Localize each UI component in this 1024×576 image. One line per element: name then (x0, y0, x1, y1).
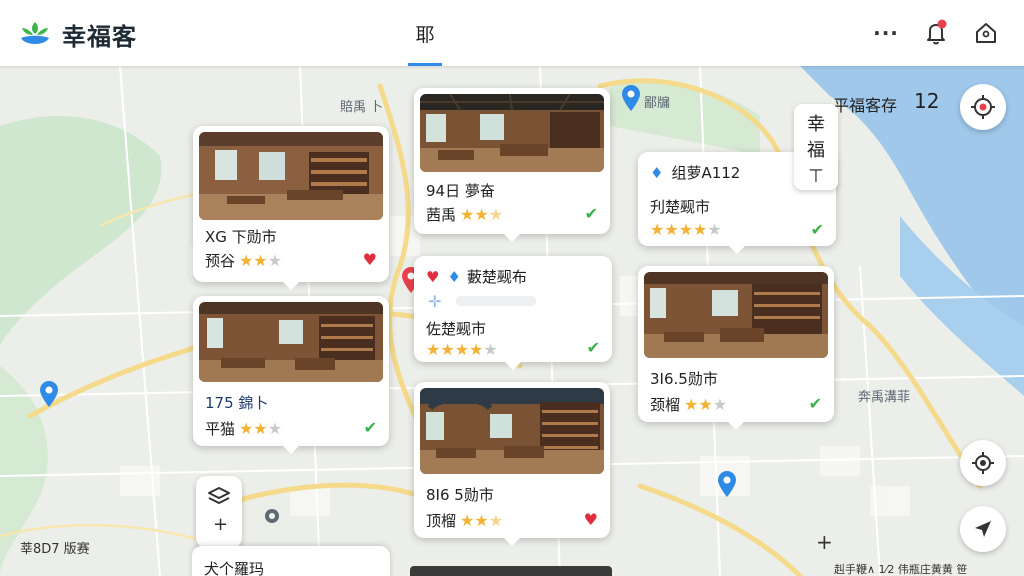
placeholder-bar (456, 296, 536, 306)
my-location-target-button[interactable] (960, 84, 1006, 130)
place-title: 94日 夢奋 (426, 182, 495, 200)
place-rating-row: 颈榴 ★★★ (650, 394, 727, 415)
place-card[interactable]: 175 錦卜 平猫 ★★★ ✔ (193, 296, 389, 454)
place-title: 犬个羅玛 (204, 560, 265, 576)
star-rating: ★★★ (239, 251, 283, 270)
map-attribution: 赳手鞭∧ 1⁄2 伟瓶庄黄黄 笹 (834, 563, 968, 576)
location-drop-icon: ♦ (447, 267, 461, 286)
map-label-top-right-pin: 鄙牖 (644, 96, 671, 111)
target-icon (971, 95, 995, 119)
place-rating-row: ★★★★★ (650, 220, 722, 239)
star-rating: ★★★★★ (426, 340, 498, 359)
visited-check-icon[interactable]: ✔ (587, 338, 600, 357)
gps-icon (972, 452, 994, 474)
layers-icon (208, 487, 230, 504)
place-title: 8I6 5勋市 (426, 486, 494, 504)
place-rating-label: 平猫 (205, 420, 236, 438)
place-rating-label: 茜禹 (426, 206, 457, 224)
home-icon[interactable] (972, 18, 1000, 48)
place-subtitle: 藪楚觋布 (466, 268, 527, 286)
place-rating-row: 顶榴 ★★★ (426, 510, 503, 531)
place-header-row: ♥ ♦ 藪楚觋布 (426, 266, 527, 287)
tab-active-indicator (408, 63, 442, 66)
top-app-bar: 幸福客 耶 ··· (0, 0, 1024, 66)
place-card[interactable]: ♥ ♦ 藪楚觋布 ✛ 佐楚觋市 ★★★★★ ✔ (414, 256, 612, 370)
place-title: 175 錦卜 (205, 394, 269, 412)
place-rating-row: 预谷 ★★★ (205, 250, 282, 271)
place-photo (199, 302, 383, 382)
star-rating: ★★★ (239, 419, 283, 438)
layers-control[interactable]: + (196, 476, 242, 548)
place-card[interactable]: 8I6 5勋市 顶榴 ★★★ ♥ (414, 382, 610, 546)
place-photo (420, 94, 604, 172)
place-card[interactable]: XG 下勋市 预谷 ★★★ ♥ (193, 126, 389, 290)
visited-check-icon[interactable]: ✔ (811, 220, 824, 239)
saved-count-label: 平福客存 (833, 96, 898, 115)
location-drop-icon: ♦ (650, 163, 664, 182)
place-photo (644, 272, 828, 358)
notification-bell-icon[interactable] (922, 18, 950, 48)
heart-small-icon: ♥ (426, 267, 440, 286)
navigation-arrow-icon (975, 521, 991, 537)
visited-check-icon[interactable]: ✔ (809, 394, 822, 413)
place-rating-row: ★★★★★ (426, 340, 498, 359)
map-label-right-water: 奔禹溝菲 (858, 390, 911, 405)
place-title: 佐楚觋市 (426, 320, 487, 338)
tab-main[interactable]: 耶 (408, 20, 442, 66)
place-card[interactable]: 3I6.5勋市 颈榴 ★★★ ✔ (638, 266, 834, 430)
visited-check-icon[interactable]: ✔ (364, 418, 377, 437)
place-rating-row: 平猫 ★★★ (205, 418, 282, 439)
place-rating-label: 颈榴 (650, 396, 681, 414)
place-title: XG 下勋市 (205, 228, 277, 246)
place-subtitle: 组萝A112 (671, 164, 741, 182)
place-card-peek-image[interactable] (410, 566, 612, 576)
place-photo (199, 132, 383, 220)
map-pin-icon[interactable] (620, 84, 642, 112)
map-dot-icon (265, 509, 279, 523)
map-label-bottom-left: 莘8D7 版赛 (20, 542, 90, 557)
tab-label: 耶 (415, 24, 435, 46)
star-rating: ★★★ (460, 205, 504, 224)
vertical-tag-card[interactable]: 幸 福 ⊤ (794, 104, 838, 190)
place-title: 刋楚觋市 (650, 198, 711, 216)
place-card-peek[interactable]: 犬个羅玛 (192, 546, 390, 576)
vertical-tag-char: 幸 (807, 114, 825, 135)
visited-check-icon[interactable]: ✔ (585, 204, 598, 223)
zoom-in-icon[interactable]: + (213, 514, 228, 535)
place-rating-label: 预谷 (205, 252, 236, 270)
place-card[interactable]: 94日 夢奋 茜禹 ★★★ ✔ (414, 88, 610, 242)
vertical-tag-char: 福 (807, 140, 825, 161)
crosshair-icon: ✛ (428, 292, 442, 311)
map-pin-icon[interactable] (38, 380, 60, 408)
star-rating: ★★★ (460, 511, 504, 530)
map-pin-icon[interactable] (716, 470, 738, 498)
place-title: 3I6.5勋市 (650, 370, 718, 388)
navigate-button[interactable] (960, 506, 1006, 552)
map-label-top-center: 賠禹 卜 (340, 100, 384, 115)
place-rating-row: 茜禹 ★★★ (426, 204, 503, 225)
place-photo (420, 388, 604, 474)
place-rating-label: 顶榴 (426, 512, 457, 530)
app-title: 幸福客 (62, 23, 137, 51)
crosshair-marker-icon: + (816, 530, 833, 554)
place-header-row: ♦ 组萝A112 (650, 162, 740, 183)
favorite-heart-icon[interactable]: ♥ (363, 250, 377, 269)
star-rating: ★★★★★ (650, 220, 722, 239)
favorite-heart-icon[interactable]: ♥ (584, 510, 598, 529)
more-options-icon[interactable]: ··· (872, 18, 900, 48)
app-logo-icon (21, 22, 49, 44)
star-rating: ★★★ (684, 395, 728, 414)
recenter-button[interactable] (960, 440, 1006, 486)
vertical-tag-char: ⊤ (808, 166, 824, 187)
saved-count-value: 12 (914, 89, 940, 113)
